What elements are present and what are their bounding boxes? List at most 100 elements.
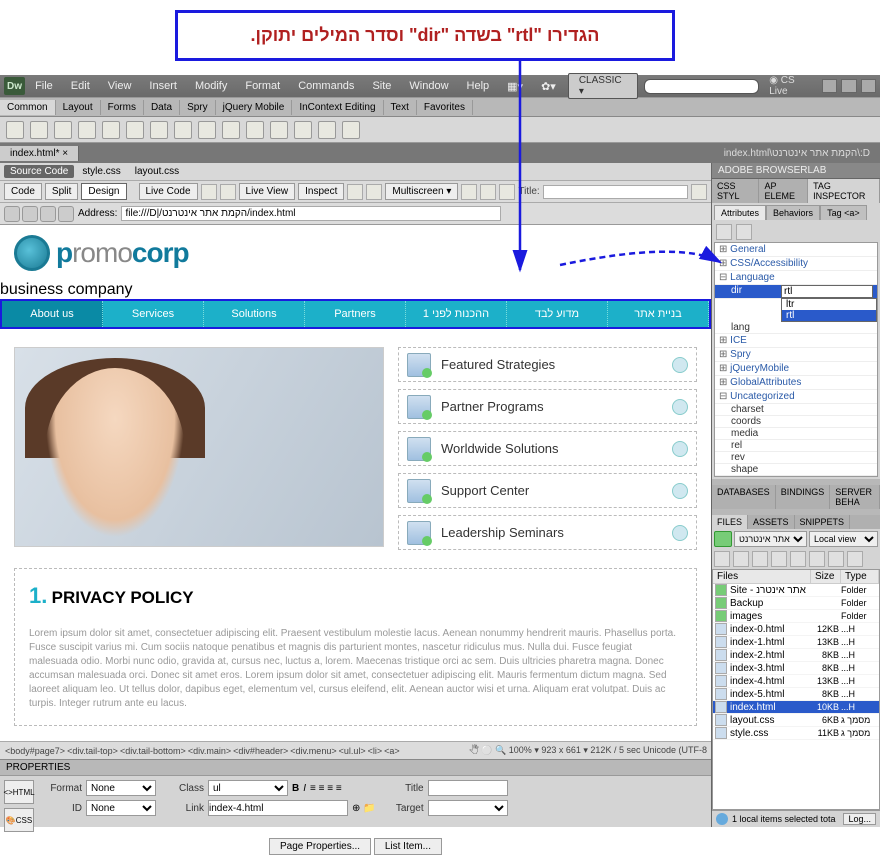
toolbar-icon[interactable]: [366, 184, 382, 200]
code-view-button[interactable]: Code: [4, 183, 42, 200]
insert-icon[interactable]: [6, 121, 24, 139]
db-tab[interactable]: DATABASES: [712, 485, 776, 509]
nav-item[interactable]: Solutions: [204, 301, 305, 327]
dir-dropdown[interactable]: ltr rtl: [781, 298, 877, 322]
link-input[interactable]: [208, 800, 348, 816]
file-row[interactable]: index-4.html13KB...H: [713, 675, 879, 688]
attr-lang[interactable]: lang: [715, 322, 877, 334]
menu-insert[interactable]: Insert: [141, 78, 185, 94]
insert-icon[interactable]: [174, 121, 192, 139]
tag-tab[interactable]: Tag <a>: [820, 205, 867, 220]
toolbar-icon[interactable]: [201, 184, 217, 200]
menu-commands[interactable]: Commands: [290, 78, 362, 94]
nav-item[interactable]: Services: [103, 301, 204, 327]
feature-item[interactable]: Featured Strategies: [398, 347, 697, 382]
toolbar-icon[interactable]: [691, 184, 707, 200]
snippets-tab[interactable]: SNIPPETS: [795, 515, 851, 529]
assets-tab[interactable]: ASSETS: [748, 515, 795, 529]
attr-dir[interactable]: dirrtl: [715, 285, 877, 299]
insert-tab-ice[interactable]: InContext Editing: [292, 100, 383, 115]
insert-icon[interactable]: [342, 121, 360, 139]
files-tool-icon[interactable]: [790, 551, 806, 567]
nav-item[interactable]: מדוע לבד: [507, 301, 608, 327]
files-tool-icon[interactable]: [828, 551, 844, 567]
toolbar-icon[interactable]: [220, 184, 236, 200]
related-file[interactable]: style.css: [76, 165, 126, 178]
cat-ice[interactable]: ICE: [715, 334, 877, 348]
nav-item[interactable]: בניית אתר: [608, 301, 709, 327]
address-input[interactable]: [121, 206, 501, 221]
file-row[interactable]: index-2.html8KB...H: [713, 649, 879, 662]
attributes-tab[interactable]: Attributes: [714, 205, 766, 220]
design-view[interactable]: promocorp business company About us Serv…: [0, 225, 711, 741]
nav-refresh-icon[interactable]: [40, 206, 56, 222]
feature-item[interactable]: Worldwide Solutions: [398, 431, 697, 466]
insert-tab-text[interactable]: Text: [384, 100, 417, 115]
insert-icon[interactable]: [30, 121, 48, 139]
properties-header[interactable]: PROPERTIES: [0, 760, 711, 776]
insert-icon[interactable]: [246, 121, 264, 139]
files-tool-icon[interactable]: [847, 551, 863, 567]
insert-tab-favorites[interactable]: Favorites: [417, 100, 473, 115]
tag-selector[interactable]: <body#page7><div.tail-top><div.tail-bott…: [4, 746, 469, 756]
page-properties-button[interactable]: Page Properties...: [269, 838, 371, 855]
view-select[interactable]: Local view: [809, 531, 878, 547]
nav-home-icon[interactable]: [58, 206, 74, 222]
file-row[interactable]: style.css11KBמסמך ג: [713, 727, 879, 740]
class-select[interactable]: ul: [208, 780, 288, 796]
menu-file[interactable]: File: [27, 78, 61, 94]
menu-help[interactable]: Help: [459, 78, 498, 94]
nav-item[interactable]: Partners: [305, 301, 406, 327]
tag-inspector-tab[interactable]: TAG INSPECTOR: [808, 179, 880, 203]
menu-format[interactable]: Format: [237, 78, 288, 94]
insert-icon[interactable]: [126, 121, 144, 139]
insert-icon[interactable]: [318, 121, 336, 139]
file-row[interactable]: layout.css6KBמסמך ג: [713, 714, 879, 727]
insert-icon[interactable]: [78, 121, 96, 139]
browserlab-panel[interactable]: ADOBE BROWSERLAB: [712, 163, 880, 179]
close-button[interactable]: [861, 79, 876, 93]
live-view-button[interactable]: Live View: [239, 183, 296, 200]
dir-option-rtl[interactable]: rtl: [782, 310, 876, 321]
insert-icon[interactable]: [150, 121, 168, 139]
behaviors-tab[interactable]: Behaviors: [766, 205, 820, 220]
doc-tab-index[interactable]: index.html* ×: [0, 146, 79, 161]
files-tool-icon[interactable]: [771, 551, 787, 567]
file-row[interactable]: index-3.html8KB...H: [713, 662, 879, 675]
split-view-button[interactable]: Split: [45, 183, 78, 200]
log-button[interactable]: Log...: [843, 813, 876, 825]
insert-icon[interactable]: [54, 121, 72, 139]
insert-tab-layout[interactable]: Layout: [56, 100, 101, 115]
cat-spry[interactable]: Spry: [715, 348, 877, 362]
server-tab[interactable]: SERVER BEHA: [830, 485, 880, 509]
menu-view[interactable]: View: [100, 78, 140, 94]
html-mode-button[interactable]: <> HTML: [4, 780, 34, 804]
toolbar-icon[interactable]: [480, 184, 496, 200]
cat-global[interactable]: GlobalAttributes: [715, 376, 877, 390]
menu-edit[interactable]: Edit: [63, 78, 98, 94]
list-view-icon[interactable]: [736, 224, 752, 240]
nav-item[interactable]: 1 ההכנות לפני: [406, 301, 507, 327]
source-code-tab[interactable]: Source Code: [4, 165, 74, 178]
insert-tab-jquery[interactable]: jQuery Mobile: [216, 100, 293, 115]
file-row[interactable]: index-1.html13KB...H: [713, 636, 879, 649]
toolbar-icon[interactable]: [461, 184, 477, 200]
menu-site[interactable]: Site: [364, 78, 399, 94]
multiscreen-button[interactable]: Multiscreen ▾: [385, 183, 458, 200]
maximize-button[interactable]: [841, 79, 856, 93]
attr-row[interactable]: rev: [715, 452, 877, 464]
minimize-button[interactable]: [822, 79, 837, 93]
cat-uncat[interactable]: Uncategorized: [715, 390, 877, 404]
feature-item[interactable]: Support Center: [398, 473, 697, 508]
files-tool-icon[interactable]: [809, 551, 825, 567]
files-tab[interactable]: FILES: [712, 515, 748, 529]
target-select[interactable]: [428, 800, 508, 816]
file-row[interactable]: index.html10KB...H: [713, 701, 879, 714]
files-tool-icon[interactable]: [752, 551, 768, 567]
insert-icon[interactable]: [198, 121, 216, 139]
ap-elements-tab[interactable]: AP ELEME: [759, 179, 808, 203]
file-row[interactable]: index-0.html12KB...H: [713, 623, 879, 636]
title-input[interactable]: [543, 185, 688, 199]
insert-tab-spry[interactable]: Spry: [180, 100, 216, 115]
attr-row[interactable]: rel: [715, 440, 877, 452]
